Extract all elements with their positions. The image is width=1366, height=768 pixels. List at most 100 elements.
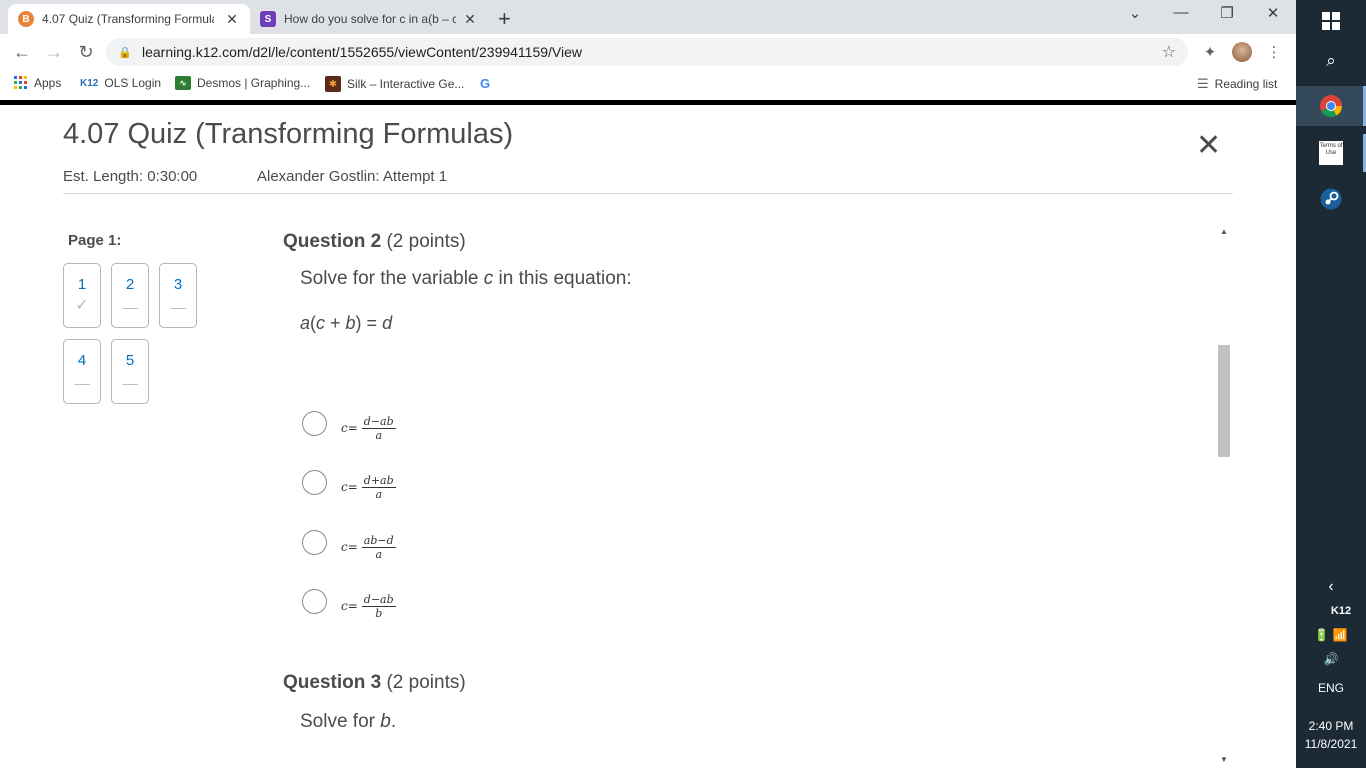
k12-tray-label[interactable]: K12 [1296,605,1366,617]
fraction: d−ab a [361,415,396,442]
radio-button[interactable] [302,588,327,614]
close-quiz-button[interactable]: ✕ [1196,131,1221,161]
bookmarks-bar: Apps K12 OLS Login ∿ Desmos | Graphing..… [0,70,1296,100]
extensions-puzzle-icon[interactable]: ✦ [1200,42,1220,62]
numerator: d+ab [361,473,396,488]
bookmark-star-icon[interactable]: ☆ [1162,42,1176,62]
windows-start-icon[interactable] [1296,6,1366,36]
unanswered-dash: –– [74,375,90,391]
eq-plus: + [325,313,346,333]
back-arrow-icon[interactable]: ← [10,40,34,64]
new-tab-button[interactable]: + [498,6,511,32]
question-2-equation: a(c + b) = d [300,313,392,334]
restore-button[interactable]: ❐ [1204,4,1250,22]
google-g-icon: G [480,76,491,91]
answer-option-3[interactable]: c = ab−d a [302,527,396,561]
numerator: ab−d [361,533,396,548]
k12-logo-icon: K12 [80,77,99,89]
reading-list-label: Reading list [1214,77,1278,91]
formula-lhs: c [341,480,348,494]
prompt-text: in this equation: [493,268,632,289]
formula-equals: = [347,540,358,554]
reading-list-button[interactable]: ☰ Reading list [1197,76,1277,92]
forward-arrow-icon[interactable]: → [42,40,66,64]
close-tab-icon[interactable]: ✕ [462,11,478,28]
chrome-taskbar-icon[interactable] [1296,86,1366,126]
numerator: d−ab [361,592,396,607]
unanswered-dash: –– [170,299,186,315]
quiz-page: 4.07 Quiz (Transforming Formulas) ✕ Est.… [0,105,1296,768]
formula-equals: = [347,480,358,494]
attempt-info: Alexander Gostlin: Attempt 1 [257,168,448,185]
prompt-variable: c [483,268,494,289]
terms-of-use-icon[interactable]: Terms of Use [1296,138,1366,168]
scroll-down-arrow-icon[interactable]: ▼ [1217,755,1231,764]
answer-option-4[interactable]: c = d−ab b [302,586,396,620]
formula-lhs: c [341,421,348,435]
question-3-prompt: Solve for b. [300,711,396,733]
question-nav-4[interactable]: 4 –– [63,339,101,404]
tab-quiz[interactable]: B 4.07 Quiz (Transforming Formula ✕ [8,4,250,34]
question-nav-1[interactable]: 1 ✓ [63,263,101,328]
minimize-button[interactable]: — [1158,4,1204,21]
option-formula: c = ab−d a [341,534,396,561]
radio-button[interactable] [302,529,327,555]
denominator: b [375,606,383,620]
question-nav-2[interactable]: 2 –– [111,263,149,328]
browser-toolbar: ← → ↻ 🔒 learning.k12.com/d2l/le/content/… [0,34,1296,70]
close-tab-icon[interactable]: ✕ [224,11,240,28]
bookmark-ols-login[interactable]: K12 OLS Login [80,76,161,90]
scroll-up-arrow-icon[interactable]: ▲ [1217,227,1231,236]
question-3-title: Question 3 (2 points) [283,672,466,694]
answer-option-1[interactable]: c = d−ab a [302,408,396,442]
clock-date[interactable]: 11/8/2021 [1296,737,1366,751]
steam-icon[interactable] [1296,184,1366,214]
question-label: Question 2 [283,231,382,252]
answer-option-2[interactable]: c = d+ab a [302,467,396,501]
eq-a: a [300,313,311,333]
bookmark-silk[interactable]: ✱ Silk – Interactive Ge... [325,76,464,92]
bookmark-apps[interactable]: Apps [14,76,61,90]
question-number: 2 [125,276,135,293]
eq-equals: = [361,313,383,333]
reload-icon[interactable]: ↻ [74,40,98,64]
checkmark-icon: ✓ [75,297,89,314]
fraction: d−ab b [361,592,396,620]
option-formula: c = d−ab a [341,415,396,442]
battery-wifi-icons[interactable]: 🔋 📶 [1296,628,1366,642]
question-label: Question 3 [283,672,382,693]
tab-search-icon[interactable]: ⌄ [1112,4,1158,22]
window-close-button[interactable]: ✕ [1250,4,1296,22]
tab-silk[interactable]: S How do you solve for c in a(b – c ✕ [250,4,488,34]
bookmark-label: Desmos | Graphing... [197,76,311,90]
question-2-title: Question 2 (2 points) [283,231,466,253]
radio-button[interactable] [302,410,327,436]
show-hidden-icons-chevron-icon[interactable]: ‹ [1296,578,1366,596]
browser-window: B 4.07 Quiz (Transforming Formula ✕ S Ho… [0,0,1296,768]
address-bar[interactable]: 🔒 learning.k12.com/d2l/le/content/155265… [106,38,1188,66]
formula-lhs: c [341,540,348,554]
tab-title: 4.07 Quiz (Transforming Formula [42,12,214,26]
profile-avatar[interactable] [1232,42,1252,62]
language-indicator[interactable]: ENG [1296,681,1366,695]
silk-icon: ✱ [325,76,341,92]
apps-grid-icon [14,76,28,90]
question-number: 4 [77,352,87,369]
scrollbar-thumb[interactable] [1218,345,1230,457]
question-nav-3[interactable]: 3 –– [159,263,197,328]
prompt-variable: b [380,711,391,732]
search-icon[interactable]: ⌕ [1296,46,1366,76]
lock-icon: 🔒 [118,46,132,59]
questions-scrollbar[interactable]: ▲ ▼ [1217,225,1231,768]
clock-time[interactable]: 2:40 PM [1296,719,1366,733]
question-points: (2 points) [386,231,466,252]
volume-icon[interactable]: 🔊 [1296,652,1366,666]
radio-button[interactable] [302,469,327,495]
prompt-text: . [390,711,397,732]
chrome-menu-icon[interactable]: ⋮ [1264,42,1284,62]
question-number: 5 [125,352,135,369]
bookmark-google[interactable]: G [480,76,496,91]
bookmark-desmos[interactable]: ∿ Desmos | Graphing... [175,76,310,90]
question-nav-5[interactable]: 5 –– [111,339,149,404]
question-number: 3 [173,276,183,293]
